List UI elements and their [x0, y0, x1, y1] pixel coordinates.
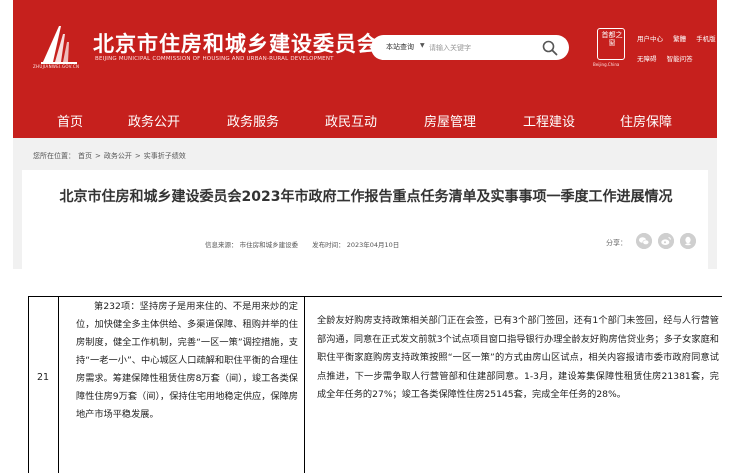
nav-item-construction[interactable]: 工程建设: [523, 111, 575, 130]
nav-item-housing-management[interactable]: 房屋管理: [424, 111, 476, 130]
table-border-col1: [58, 296, 59, 473]
emblem-caption: Beijing.China: [593, 62, 620, 67]
search-box: 本站查询 ▼: [371, 35, 569, 60]
nav-item-gov-services[interactable]: 政务服务: [227, 111, 279, 130]
nav-item-interaction[interactable]: 政民互动: [325, 111, 377, 130]
breadcrumb-item-current[interactable]: 实事折子绩效: [144, 152, 186, 160]
article-card: 北京市住房和城乡建设委员会2023年市政府工作报告重点任务清单及实事事项一季度工…: [22, 170, 708, 269]
search-icon[interactable]: [541, 39, 559, 57]
emblem-text: 首都之窗: [601, 31, 623, 47]
traditional-chinese-link[interactable]: 繁體: [673, 35, 686, 43]
accessibility-link[interactable]: 无障碍: [637, 55, 657, 63]
article-meta: 信息来源： 市住房和城乡建设委 发布时间： 2023年04月10日: [205, 239, 411, 249]
table-cell-progress: 全龄友好购房支持政策相关部门正在会签，已有3个部门签回，还有1个部门未签回，经与…: [317, 315, 719, 400]
wechat-share-icon[interactable]: [636, 233, 652, 249]
site-title[interactable]: 北京市住房和城乡建设委员会: [93, 28, 379, 58]
nav-item-home[interactable]: 首页: [57, 111, 83, 130]
user-center-link[interactable]: 用户中心: [637, 35, 663, 43]
logo-caption: ZHUJIANWEI.GOV.CN: [33, 64, 80, 69]
table-border-col2: [304, 296, 305, 473]
breadcrumb-prefix: 您所在位置：: [33, 152, 75, 160]
mobile-version-link[interactable]: 手机版: [696, 35, 716, 43]
tool-links-row1: 用户中心 繁體 手机版: [637, 33, 724, 43]
site-header: ZHUJIANWEI.GOV.CN 北京市住房和城乡建设委员会 BEIJING …: [13, 0, 717, 138]
table-border-left: [28, 296, 29, 473]
article-date: 发布时间： 2023年04月10日: [312, 241, 400, 249]
smart-qa-link[interactable]: 智能问答: [667, 55, 693, 63]
search-scope-select[interactable]: 本站查询: [386, 42, 414, 52]
site-subtitle: BEIJING MUNICIPAL COMMISSION OF HOUSING …: [95, 56, 334, 62]
breadcrumb: 您所在位置： 首页 > 政务公开 > 实事折子绩效: [33, 151, 189, 161]
table-cell-number: 21: [36, 372, 50, 383]
share-label: 分享：: [606, 239, 627, 247]
logo-icon[interactable]: [37, 20, 83, 66]
table-border-top: [28, 296, 722, 297]
nav-item-gov-affairs-public[interactable]: 政务公开: [128, 111, 180, 130]
capital-window-logo[interactable]: 首都之窗: [597, 28, 625, 60]
progress-table: 21 第232项：坚持房子是用来住的、不是用来炒的定位，加快健全多主体供给、多渠…: [28, 296, 722, 473]
main-nav: 首页 政务公开 政务服务 政民互动 房屋管理 工程建设 住房保障: [13, 100, 717, 138]
chevron-down-icon[interactable]: ▼: [420, 42, 425, 49]
breadcrumb-separator: >: [134, 152, 141, 160]
article-title: 北京市住房和城乡建设委员会2023年市政府工作报告重点任务清单及实事事项一季度工…: [59, 189, 673, 205]
weibo-share-icon[interactable]: [658, 233, 674, 249]
nav-item-housing-security[interactable]: 住房保障: [620, 111, 672, 130]
breadcrumb-item-home[interactable]: 首页: [78, 152, 92, 160]
tool-links-row2: 无障碍 智能问答: [637, 53, 701, 63]
breadcrumb-separator: >: [95, 152, 101, 160]
article-source: 信息来源： 市住房和城乡建设委: [205, 241, 299, 249]
qq-share-icon[interactable]: [680, 233, 696, 249]
header-banner: ZHUJIANWEI.GOV.CN 北京市住房和城乡建设委员会 BEIJING …: [13, 0, 717, 87]
search-input[interactable]: [429, 40, 539, 55]
breadcrumb-item-gov-affairs[interactable]: 政务公开: [104, 152, 132, 160]
page: ZHUJIANWEI.GOV.CN 北京市住房和城乡建设委员会 BEIJING …: [0, 0, 730, 473]
table-cell-task: 第232项：坚持房子是用来住的、不是用来炒的定位，加快健全多主体供给、多渠道保障…: [76, 301, 298, 420]
